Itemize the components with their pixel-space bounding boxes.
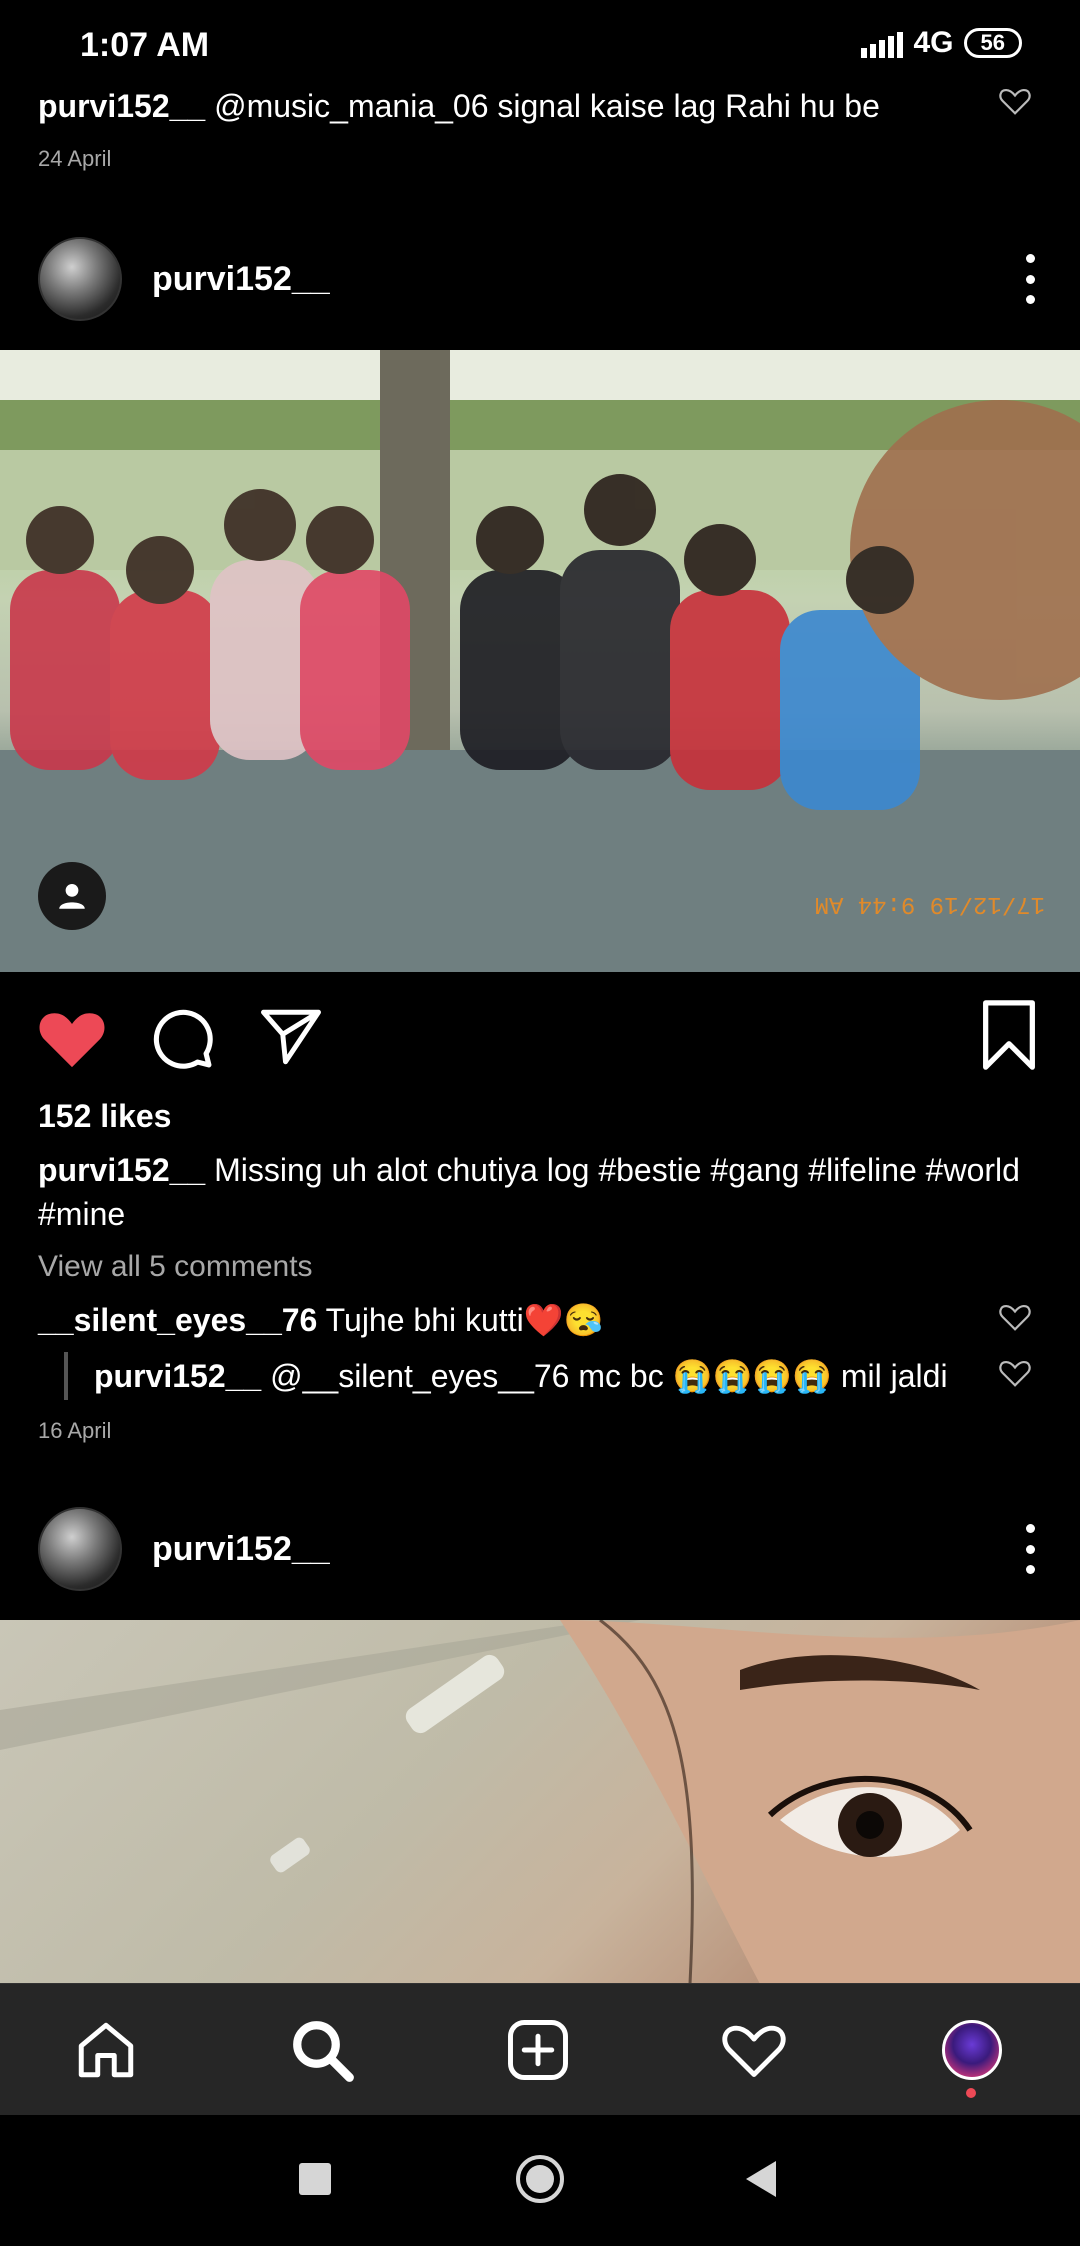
view-all-comments[interactable]: View all 5 comments <box>38 1250 313 1284</box>
signal-icon <box>861 28 904 58</box>
back-button[interactable] <box>744 2159 778 2199</box>
home-button[interactable] <box>516 2155 564 2203</box>
post-caption: purvi152__ Missing uh alot chutiya log #… <box>38 1148 1048 1236</box>
post-username[interactable]: purvi152__ <box>152 1530 330 1569</box>
heart-icon[interactable] <box>36 1006 108 1070</box>
user-tag-icon[interactable] <box>38 862 106 930</box>
comment-like-icon[interactable] <box>998 1358 1032 1388</box>
caption-username[interactable]: purvi152__ <box>38 1152 205 1188</box>
profile-avatar <box>942 2020 1002 2080</box>
comment-username[interactable]: purvi152__ <box>38 88 205 124</box>
status-indicators: 4G 56 <box>861 26 1022 60</box>
comment-icon[interactable] <box>148 1004 216 1072</box>
activity-heart-icon[interactable] <box>718 2014 790 2086</box>
post-actions <box>0 1000 1080 1080</box>
post-header: purvi152__ <box>0 224 1080 334</box>
photo-content <box>0 1620 1080 1984</box>
comment-username[interactable]: __silent_eyes__76 <box>38 1302 317 1338</box>
post-username[interactable]: purvi152__ <box>152 260 330 299</box>
likes-count[interactable]: 152 likes <box>38 1098 171 1135</box>
comment-like-icon[interactable] <box>998 1302 1032 1332</box>
comment-text: @__silent_eyes__76 mc bc 😭😭😭😭 mil jaldi <box>261 1358 948 1394</box>
photo-content: 17/12/19 9:44 AM <box>0 350 1080 972</box>
battery-icon: 56 <box>963 28 1022 58</box>
avatar[interactable] <box>38 237 122 321</box>
system-nav-bar <box>0 2115 1080 2246</box>
post-date: 16 April <box>38 1418 112 1443</box>
profile-tab[interactable] <box>936 2014 1008 2086</box>
status-time: 1:07 AM <box>80 26 210 64</box>
more-icon[interactable] <box>1020 1524 1040 1574</box>
bookmark-icon[interactable] <box>978 1000 1040 1070</box>
avatar[interactable] <box>38 1507 122 1591</box>
home-icon[interactable] <box>70 2014 142 2086</box>
comment-text: Tujhe bhi kutti❤️😪 <box>317 1302 604 1338</box>
add-post-icon[interactable] <box>502 2014 574 2086</box>
post-photo[interactable]: 17/12/19 9:44 AM <box>0 350 1080 972</box>
more-icon[interactable] <box>1020 254 1040 304</box>
comment-like-icon[interactable] <box>998 86 1032 116</box>
recents-button[interactable] <box>299 2163 331 2195</box>
reply-indicator <box>64 1352 68 1400</box>
post-header: purvi152__ <box>0 1494 1080 1604</box>
comment-item: __silent_eyes__76 Tujhe bhi kutti❤️😪 <box>38 1298 603 1342</box>
network-type: 4G <box>913 26 954 59</box>
comment-reply: purvi152__ @__silent_eyes__76 mc bc 😭😭😭😭… <box>94 1354 948 1398</box>
comment-username[interactable]: purvi152__ <box>94 1358 261 1394</box>
post-date: 24 April <box>38 146 112 171</box>
search-icon[interactable] <box>286 2014 358 2086</box>
comment-text: @music_mania_06 signal kaise lag Rahi hu… <box>205 88 880 124</box>
notification-dot <box>966 2088 976 2098</box>
bottom-nav <box>0 1983 1080 2115</box>
send-icon[interactable] <box>256 1004 326 1070</box>
prev-post-comment: purvi152__ @music_mania_06 signal kaise … <box>38 84 880 128</box>
photo-timestamp: 17/12/19 9:44 AM <box>815 890 1045 917</box>
post-photo[interactable] <box>0 1620 1080 1984</box>
